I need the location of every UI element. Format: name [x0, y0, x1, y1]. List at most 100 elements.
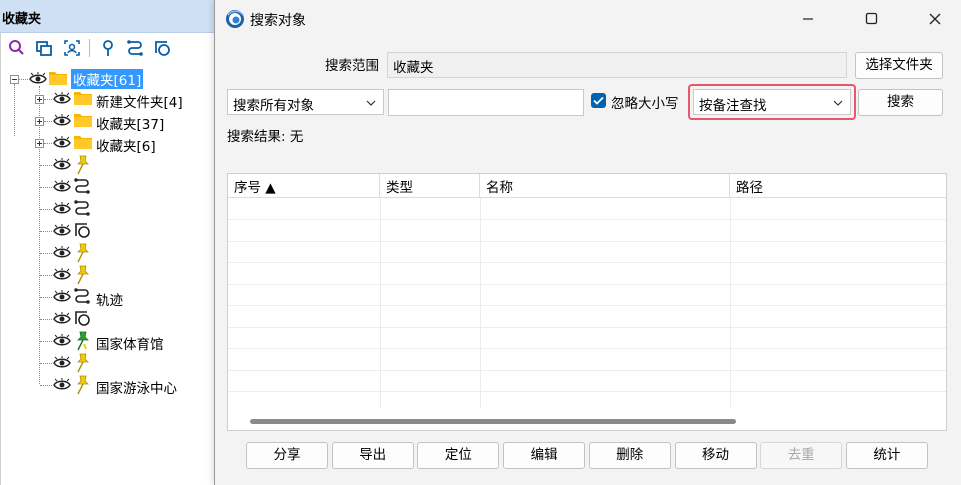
col-header-type[interactable]: 类型 — [380, 174, 480, 198]
expand-toggle[interactable] — [35, 95, 44, 104]
route-icon[interactable] — [125, 38, 145, 58]
table-row — [228, 369, 946, 371]
shape-icon — [73, 309, 91, 331]
eye-icon[interactable] — [53, 180, 71, 198]
tree-item[interactable]: 收藏夹[37] — [0, 110, 214, 133]
search-mode-select[interactable]: 按备注查找 — [693, 89, 851, 115]
tree-item-label: 新建文件夹[4] — [96, 95, 183, 111]
collapse-toggle[interactable] — [10, 75, 19, 84]
tree-item[interactable] — [0, 176, 214, 198]
folder-icon — [73, 89, 93, 110]
eye-icon[interactable] — [53, 268, 71, 286]
search-icon[interactable] — [7, 38, 27, 58]
close-button[interactable] — [912, 0, 958, 38]
choose-folder-button[interactable]: 选择文件夹 — [855, 52, 943, 79]
pin-icon[interactable] — [98, 38, 118, 58]
tree-item[interactable]: 收藏夹[6] — [0, 132, 214, 155]
expand-toggle[interactable] — [35, 117, 44, 126]
statistics-button[interactable]: 统计 — [845, 442, 928, 469]
tree-item[interactable] — [0, 154, 214, 176]
tree-connector — [40, 275, 52, 276]
tree-item-label: 收藏夹[37] — [96, 117, 165, 133]
search-button[interactable]: 搜索 — [858, 89, 943, 116]
eye-icon[interactable] — [53, 114, 71, 132]
tree-root-label: 收藏夹[61] — [71, 69, 144, 89]
keyword-input[interactable] — [388, 89, 584, 116]
tree-item[interactable]: 国家体育馆 — [0, 330, 214, 353]
eye-icon[interactable] — [53, 356, 71, 374]
tree-connector — [40, 363, 52, 364]
maximize-button[interactable] — [849, 0, 895, 38]
tree-item[interactable] — [0, 220, 214, 242]
favorites-title: 收藏夹 — [2, 12, 42, 27]
ignore-case-checkbox[interactable] — [591, 93, 606, 108]
eye-icon[interactable] — [53, 312, 71, 330]
tree-item-label: 收藏夹[6] — [96, 139, 156, 155]
col-header-path[interactable]: 路径 — [730, 174, 946, 198]
delete-button[interactable]: 删除 — [588, 442, 671, 469]
tree-item[interactable] — [0, 264, 214, 286]
edit-button[interactable]: 编辑 — [503, 442, 586, 469]
share-button[interactable]: 分享 — [246, 442, 328, 469]
table-row — [228, 305, 946, 306]
route-icon — [73, 287, 91, 309]
table-row — [228, 326, 946, 328]
eye-icon[interactable] — [29, 72, 47, 86]
copy-icon[interactable] — [34, 38, 54, 58]
tree-item[interactable]: 国家游泳中心 — [0, 374, 214, 399]
table-row — [228, 240, 946, 242]
tree-item-label: 轨迹 — [96, 293, 123, 309]
ignore-case-label: 忽略大小写 — [611, 96, 679, 112]
eye-icon[interactable] — [53, 290, 71, 308]
minimize-button[interactable] — [785, 0, 831, 38]
results-table[interactable]: 序号 ▲ 类型 名称 路径 — [227, 173, 947, 431]
export-button[interactable]: 导出 — [331, 442, 414, 469]
tree-root[interactable]: 收藏夹[61] — [0, 66, 214, 89]
chevron-down-icon — [833, 100, 843, 106]
table-row — [228, 283, 946, 285]
tree-item[interactable]: 新建文件夹[4] — [0, 88, 214, 111]
eye-icon[interactable] — [53, 334, 71, 352]
eye-icon[interactable] — [53, 158, 71, 176]
col-header-name[interactable]: 名称 — [480, 174, 730, 198]
expand-toggle[interactable] — [35, 139, 44, 148]
folder-icon — [49, 72, 67, 85]
eye-icon[interactable] — [53, 202, 71, 220]
tree-item[interactable] — [0, 352, 214, 374]
tree-item-label: 国家体育馆 — [96, 337, 164, 353]
locate-button[interactable]: 定位 — [417, 442, 500, 469]
move-button[interactable]: 移动 — [674, 442, 757, 469]
tree-connector — [19, 79, 28, 80]
tree-connector — [40, 165, 52, 166]
route-icon — [73, 177, 91, 199]
tree-item[interactable] — [0, 198, 214, 220]
eye-icon[interactable] — [53, 136, 71, 154]
tree-item[interactable]: 轨迹 — [0, 286, 214, 309]
tree-connector — [40, 385, 52, 386]
scope-field: 收藏夹 — [387, 52, 847, 78]
tree-item[interactable] — [0, 308, 214, 330]
table-row — [228, 391, 946, 392]
eye-icon[interactable] — [53, 224, 71, 242]
tree-item[interactable] — [0, 242, 214, 264]
chevron-down-icon — [366, 100, 376, 106]
app-logo-icon — [226, 10, 244, 28]
table-row — [228, 219, 946, 220]
shape-icon — [73, 221, 91, 243]
pushpin-icon — [73, 375, 91, 399]
tree-connector — [40, 319, 52, 320]
eye-icon[interactable] — [53, 246, 71, 264]
eye-icon[interactable] — [53, 378, 71, 396]
search-mode-value: 按备注查找 — [699, 98, 767, 114]
shapes-icon[interactable] — [152, 38, 172, 58]
dedupe-button[interactable]: 去重 — [760, 442, 843, 469]
tree-connector — [40, 297, 52, 298]
tree-connector — [40, 231, 52, 232]
scrollbar-thumb[interactable] — [250, 419, 736, 424]
object-type-select[interactable]: 搜索所有对象 — [227, 89, 384, 115]
scope-label: 搜索范围 — [325, 58, 379, 74]
eye-icon[interactable] — [53, 92, 71, 110]
col-header-index[interactable]: 序号 ▲ — [228, 174, 380, 198]
locate-icon[interactable] — [62, 38, 82, 58]
table-column-line — [730, 198, 731, 408]
